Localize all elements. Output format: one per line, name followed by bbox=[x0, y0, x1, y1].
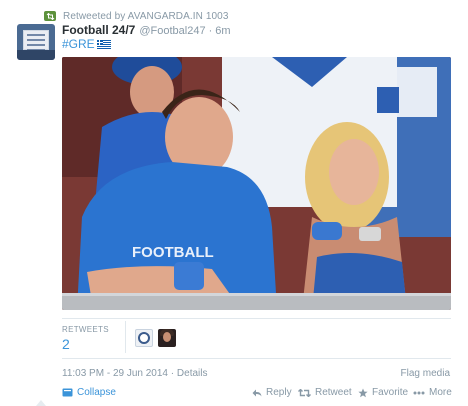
divider-top bbox=[62, 318, 451, 319]
reply-button[interactable]: Reply bbox=[252, 387, 292, 398]
retweeted-by-text[interactable]: Retweeted by AVANGARDA.IN 1003 bbox=[63, 11, 229, 22]
avatar-sign-graphic bbox=[23, 30, 49, 51]
tweet-meta: 11:03 PM - 29 Jun 2014 · Details bbox=[62, 368, 207, 379]
details-link[interactable]: Details bbox=[177, 368, 208, 379]
hashtag-link[interactable]: #GRE bbox=[62, 37, 95, 51]
retweet-label: Retweet bbox=[315, 387, 352, 398]
author-username[interactable]: @Footbal247 bbox=[139, 25, 205, 37]
svg-text:FOOTBALL: FOOTBALL bbox=[132, 244, 214, 261]
author-avatar[interactable] bbox=[17, 24, 55, 60]
tweet-actions: Collapse Reply Retweet Favorite More bbox=[62, 387, 452, 401]
collapse-label: Collapse bbox=[77, 387, 116, 398]
retweeter-avatar[interactable] bbox=[135, 329, 153, 347]
retweets-label: RETWEETS bbox=[62, 325, 109, 334]
photo-graphic: FOOTBALL bbox=[62, 57, 451, 310]
retweet-icon bbox=[298, 388, 311, 397]
divider-bottom bbox=[62, 358, 451, 359]
reply-icon bbox=[252, 389, 262, 396]
tweet-timestamp: 11:03 PM - 29 Jun 2014 bbox=[62, 368, 168, 379]
retweet-context-icon bbox=[44, 11, 56, 21]
retweet-button[interactable]: Retweet bbox=[298, 387, 352, 398]
tweet: Retweeted by AVANGARDA.IN 1003 Football … bbox=[0, 0, 468, 406]
retweets-count[interactable]: 2 bbox=[62, 336, 70, 352]
greece-flag-icon bbox=[96, 39, 111, 49]
retweet-stats: RETWEETS 2 bbox=[62, 321, 452, 353]
retweeter-avatar[interactable] bbox=[158, 329, 176, 347]
tweet-photo[interactable]: FOOTBALL bbox=[62, 57, 451, 310]
header-separator: · bbox=[208, 25, 213, 37]
flag-media-link[interactable]: Flag media bbox=[401, 368, 450, 379]
more-label: More bbox=[429, 387, 452, 398]
tweet-time[interactable]: 6m bbox=[215, 25, 230, 37]
star-icon bbox=[358, 388, 368, 397]
retweet-context: Retweeted by AVANGARDA.IN 1003 bbox=[44, 9, 229, 23]
ellipsis-icon bbox=[413, 391, 425, 394]
caret-icon bbox=[36, 400, 46, 406]
meta-separator: · bbox=[170, 368, 175, 379]
collapse-icon bbox=[62, 388, 73, 397]
more-button[interactable]: More bbox=[413, 387, 452, 398]
author-fullname[interactable]: Football 24/7 bbox=[62, 23, 135, 37]
favorite-label: Favorite bbox=[372, 387, 409, 398]
collapse-button[interactable]: Collapse bbox=[62, 387, 116, 398]
favorite-button[interactable]: Favorite bbox=[358, 387, 408, 398]
reply-label: Reply bbox=[266, 387, 292, 398]
tweet-header: Football 24/7 @Footbal247 · 6m bbox=[62, 23, 231, 37]
tweet-text: #GRE bbox=[62, 37, 111, 51]
